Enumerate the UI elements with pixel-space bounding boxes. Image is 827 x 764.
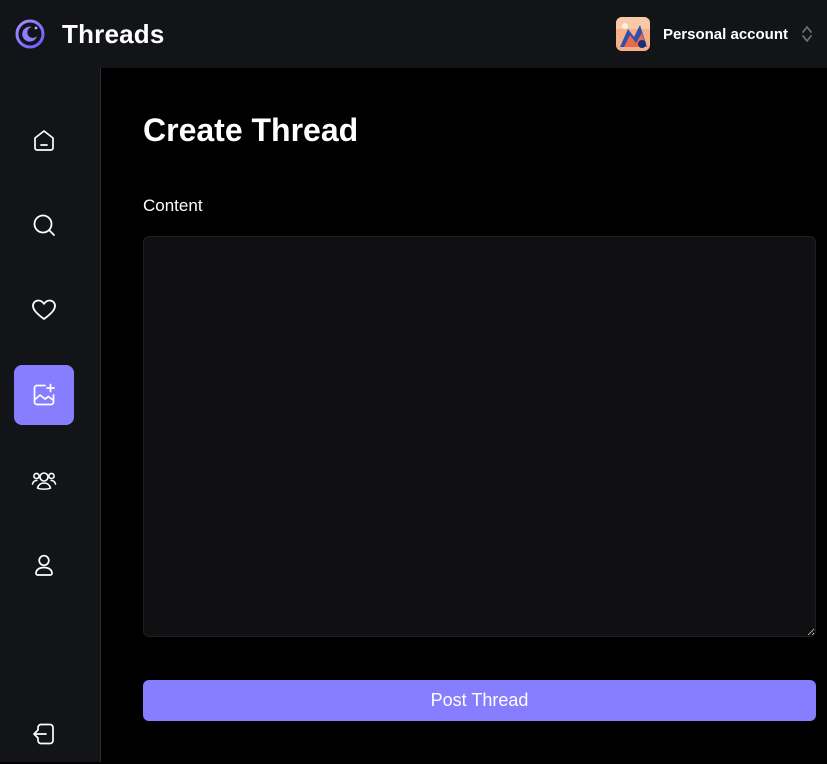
main-content: Create Thread Content Post Thread bbox=[101, 68, 827, 762]
home-icon bbox=[34, 130, 54, 151]
sidebar-item-home[interactable] bbox=[14, 110, 74, 170]
account-switcher[interactable]: Personal account bbox=[615, 17, 813, 51]
chevron-up-down-icon bbox=[802, 26, 812, 42]
app-title: Threads bbox=[62, 18, 165, 49]
users-icon bbox=[31, 472, 57, 490]
threads-moon-logo-icon bbox=[15, 19, 45, 49]
content-label: Content bbox=[143, 196, 203, 215]
image-plus-icon bbox=[33, 383, 55, 406]
account-label: Personal account bbox=[662, 25, 788, 43]
account-avatar[interactable] bbox=[615, 17, 650, 51]
post-thread-button[interactable]: Post Thread bbox=[143, 680, 816, 721]
brand[interactable]: Threads bbox=[14, 18, 165, 50]
page-title: Create Thread bbox=[143, 112, 359, 148]
sidebar-item-communities[interactable] bbox=[14, 450, 74, 510]
logout-button[interactable] bbox=[14, 704, 74, 764]
sidebar-item-search[interactable] bbox=[14, 195, 74, 255]
top-bar: Threads Personal account bbox=[0, 0, 827, 68]
left-sidebar bbox=[0, 68, 101, 762]
logout-icon bbox=[33, 723, 54, 745]
heart-icon bbox=[32, 299, 56, 320]
sidebar-item-activity[interactable] bbox=[14, 280, 74, 340]
content-textarea[interactable] bbox=[143, 236, 816, 637]
sidebar-item-create-thread[interactable] bbox=[14, 365, 74, 425]
search-icon bbox=[33, 214, 55, 236]
user-icon bbox=[35, 554, 53, 576]
sidebar-item-profile[interactable] bbox=[14, 535, 74, 595]
